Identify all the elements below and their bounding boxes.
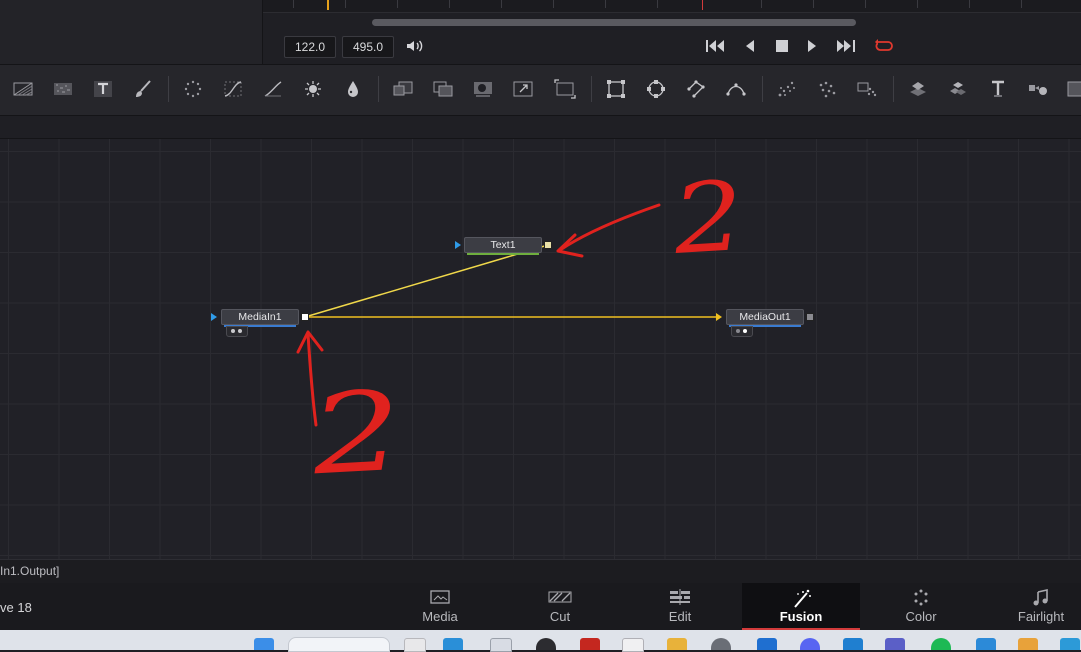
page-tab-label: Media — [422, 609, 458, 624]
page-tab-label: Fairlight — [1017, 609, 1065, 624]
merge3d-tool-icon[interactable] — [945, 77, 971, 101]
mediaout-node-input-icon[interactable] — [716, 313, 722, 321]
background-tool-icon[interactable] — [10, 77, 36, 101]
fast-noise-tool-icon[interactable] — [50, 77, 76, 101]
taskbar-app-icon[interactable] — [843, 638, 863, 650]
fusion-page-icon — [742, 589, 860, 609]
render3d-tool-icon[interactable] — [1063, 77, 1081, 101]
camera3d-tool-icon[interactable] — [1025, 77, 1051, 101]
brightness-tool-icon[interactable] — [300, 77, 326, 101]
paint-tool-icon[interactable] — [130, 77, 156, 101]
rectangle-mask-icon[interactable] — [603, 77, 629, 101]
resize-tool-icon[interactable] — [552, 77, 578, 101]
text3d-tool-icon[interactable] — [985, 77, 1011, 101]
transform-tool-icon[interactable] — [510, 77, 536, 101]
toolbar-separator — [168, 76, 169, 102]
badge-dot-icon — [238, 329, 242, 333]
badge-dot-icon — [231, 329, 235, 333]
page-tab-color[interactable]: Color — [862, 583, 980, 630]
go-to-start-icon[interactable] — [705, 37, 727, 55]
page-tab-label: Fusion — [779, 609, 823, 624]
bspline-mask-icon[interactable] — [723, 77, 749, 101]
taskbar-app-icon[interactable] — [757, 638, 777, 650]
taskbar-app-icon[interactable] — [443, 638, 463, 650]
page-tab-media[interactable]: Media — [381, 583, 499, 630]
media-page-icon — [381, 589, 499, 609]
timeline-scrollbar-thumb[interactable] — [372, 19, 856, 26]
app-version-label: ve 18 — [0, 600, 32, 615]
particle-emitter-icon[interactable] — [774, 77, 800, 101]
edit-page-icon — [621, 589, 739, 609]
timeline-ruler[interactable] — [263, 0, 1081, 13]
toolbar-separator — [893, 76, 894, 102]
mediain-node-input-icon[interactable] — [211, 313, 217, 321]
polygon-mask-icon[interactable] — [683, 77, 709, 101]
page-tab-edit[interactable]: Edit — [621, 583, 739, 630]
node-editor-canvas[interactable] — [0, 139, 1081, 559]
taskbar-app-icon[interactable] — [667, 638, 687, 650]
mediaout-node[interactable]: MediaOut1 — [726, 309, 804, 327]
loader-tool-icon[interactable] — [390, 77, 416, 101]
badge-dot-icon — [743, 329, 747, 333]
shape3d-tool-icon[interactable] — [905, 77, 931, 101]
fairlight-page-icon — [982, 589, 1081, 609]
ellipse-mask-icon[interactable] — [643, 77, 669, 101]
taskbar-app-icon[interactable] — [976, 638, 996, 650]
go-to-end-icon[interactable] — [834, 37, 856, 55]
mediaout-node-badge[interactable] — [731, 326, 753, 337]
mediain-node[interactable]: MediaIn1 — [221, 309, 299, 327]
taskbar-app-icon[interactable] — [1018, 638, 1038, 650]
color-corrector-tool-icon[interactable] — [260, 77, 286, 101]
loop-icon[interactable] — [873, 37, 895, 55]
annotation-number-bottom: 2 — [305, 366, 409, 500]
merge-tool-icon[interactable] — [430, 77, 456, 101]
audio-volume-icon[interactable] — [404, 37, 426, 55]
previous-frame-icon[interactable] — [739, 37, 761, 55]
particles-tool-icon[interactable] — [180, 77, 206, 101]
annotation-number-top: 2 — [669, 160, 749, 276]
matte-control-tool-icon[interactable] — [470, 77, 496, 101]
text-node-label: Text1 — [490, 239, 516, 251]
mediaout-node-output-port[interactable] — [806, 313, 814, 321]
node-editor-header — [0, 116, 1081, 139]
viewer-left-panel — [0, 0, 263, 64]
badge-dot-icon — [736, 329, 740, 333]
status-bar: In1.Output] — [0, 559, 1081, 584]
toolbar-separator — [378, 76, 379, 102]
particle-stamp-icon[interactable] — [854, 77, 880, 101]
color-curves-tool-icon[interactable] — [220, 77, 246, 101]
toolbar-separator — [762, 76, 763, 102]
stop-icon[interactable] — [771, 37, 793, 55]
render-range-start-marker[interactable] — [327, 0, 329, 10]
taskbar-app-icon[interactable] — [580, 638, 600, 650]
mediain-node-output-port[interactable] — [301, 313, 309, 321]
current-frame-field[interactable]: 122.0 — [284, 36, 336, 58]
text-node-output-port[interactable] — [544, 241, 552, 249]
page-tab-label: Color — [905, 609, 937, 624]
taskbar-app-icon[interactable] — [885, 638, 905, 650]
end-frame-field[interactable]: 495.0 — [342, 36, 394, 58]
playhead[interactable] — [702, 0, 703, 10]
page-tab-label: Cut — [549, 609, 571, 624]
color-page-icon — [862, 589, 980, 609]
page-tab-fairlight[interactable]: Fairlight — [982, 583, 1081, 630]
toolbar-separator — [591, 76, 592, 102]
blur-tool-icon[interactable] — [340, 77, 366, 101]
page-tab-fusion[interactable]: Fusion — [742, 583, 860, 630]
page-tab-label: Edit — [668, 609, 692, 624]
text-node[interactable]: Text1 — [464, 237, 542, 255]
mediaout-node-label: MediaOut1 — [739, 311, 791, 323]
status-bar-text: In1.Output] — [0, 564, 60, 578]
mediain-node-badge[interactable] — [226, 326, 248, 337]
text-node-underline — [467, 253, 539, 255]
particle-render-icon[interactable] — [814, 77, 840, 101]
cut-page-icon — [501, 589, 619, 609]
text-node-input-icon[interactable] — [455, 241, 461, 249]
windows-start-icon[interactable] — [254, 638, 274, 650]
text-tool-icon[interactable] — [90, 77, 116, 101]
mediain-node-label: MediaIn1 — [238, 311, 282, 323]
taskbar-app-icon[interactable] — [1060, 638, 1080, 650]
play-forward-icon[interactable] — [801, 37, 823, 55]
page-tab-cut[interactable]: Cut — [501, 583, 619, 630]
